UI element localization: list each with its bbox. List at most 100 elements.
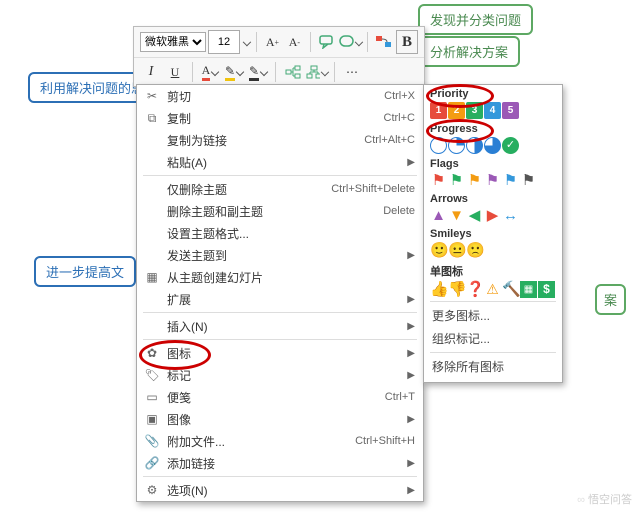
arrow-0-icon[interactable]: ▲ (430, 207, 447, 224)
chevron-right-icon: ▶ (407, 321, 415, 332)
flags-header: Flags (424, 155, 562, 171)
flag-5-icon[interactable]: ⚑ (520, 172, 537, 189)
chevron-right-icon: ▶ (407, 157, 415, 168)
calendar-icon[interactable]: ▦ (520, 281, 537, 298)
menu-label: 便笺 (161, 389, 385, 406)
arrow-3-icon[interactable]: ▶ (484, 207, 501, 224)
chevron-right-icon: ▶ (407, 250, 415, 261)
smileys-row: 🙂 😐 🙁 (424, 241, 562, 260)
chevron-right-icon: ▶ (407, 370, 415, 381)
flags-row: ⚑⚑⚑⚑⚑⚑ (424, 171, 562, 190)
arrows-header: Arrows (424, 190, 562, 206)
node-case[interactable]: 案 (595, 284, 626, 315)
menu-2[interactable]: 复制为链接Ctrl+Alt+C (137, 129, 423, 151)
priority-4-icon[interactable]: 4 (484, 102, 501, 119)
menu-icon: ⧉ (143, 111, 161, 126)
flag-2-icon[interactable]: ⚑ (466, 172, 483, 189)
more-button[interactable]: ⋯ (341, 61, 363, 83)
progress-75-icon[interactable] (484, 137, 501, 154)
arrows-row: ▲▼◀▶↔ (424, 206, 562, 225)
menu-14[interactable]: ✿图标▶ (137, 342, 423, 364)
hammer-icon[interactable]: 🔨 (502, 281, 519, 298)
menu-label: 从主题创建幻灯片 (161, 269, 415, 286)
italic-button[interactable]: I (140, 61, 162, 83)
watermark: ∞ 悟空问答 (577, 491, 632, 507)
menu-label: 添加链接 (161, 455, 407, 472)
chevron-down-icon[interactable] (243, 38, 251, 46)
font-increase-button[interactable]: A+ (262, 31, 282, 53)
organize-item[interactable]: 组织标记... (424, 327, 562, 350)
menu-9[interactable]: ▦从主题创建幻灯片 (137, 266, 423, 288)
menu-label: 图标 (161, 345, 407, 362)
neutral-icon[interactable]: 😐 (448, 242, 465, 259)
menu-label: 复制 (161, 110, 384, 127)
highlight-button[interactable]: ✎ (223, 61, 245, 83)
flag-4-icon[interactable]: ⚑ (502, 172, 519, 189)
priority-5-icon[interactable]: 5 (502, 102, 519, 119)
menu-5[interactable]: 仅删除主题Ctrl+Shift+Delete (137, 178, 423, 200)
shape-button[interactable] (339, 31, 361, 53)
menu-8[interactable]: 发送主题到▶ (137, 244, 423, 266)
menu-21[interactable]: ⚙选项(N)▶ (137, 479, 423, 501)
menu-label: 扩展 (161, 291, 407, 308)
line-color-button[interactable]: ✎ (247, 61, 269, 83)
arrow-1-icon[interactable]: ▼ (448, 207, 465, 224)
menu-label: 标记 (161, 367, 407, 384)
layout2-button[interactable] (306, 61, 328, 83)
progress-done-icon[interactable]: ✓ (502, 137, 519, 154)
layout1-button[interactable] (282, 61, 304, 83)
font-size-input[interactable] (208, 30, 240, 54)
thumbdown-icon[interactable]: 👎 (448, 281, 465, 298)
menu-19[interactable]: 🔗添加链接▶ (137, 452, 423, 474)
node-discover[interactable]: 发现并分类问题 (418, 4, 533, 35)
flag-0-icon[interactable]: ⚑ (430, 172, 447, 189)
menu-6[interactable]: 删除主题和副主题Delete (137, 200, 423, 222)
chevron-right-icon: ▶ (407, 348, 415, 359)
menu-icon: ▭ (143, 390, 161, 404)
menu-0[interactable]: ✂剪切Ctrl+X (137, 85, 423, 107)
arrow-4-icon[interactable]: ↔ (502, 207, 519, 224)
remove-all-item[interactable]: 移除所有图标 (424, 355, 562, 378)
menu-label: 设置主题格式... (161, 225, 415, 242)
menu-shortcut: Delete (383, 205, 415, 217)
font-select[interactable]: 微软雅黑 (140, 32, 206, 52)
menu-16[interactable]: ▭便笺Ctrl+T (137, 386, 423, 408)
menu-label: 粘贴(A) (161, 154, 407, 171)
menu-shortcut: Ctrl+Shift+H (355, 435, 415, 447)
smile-icon[interactable]: 🙂 (430, 242, 447, 259)
dollar-icon[interactable]: $ (538, 281, 555, 298)
underline-button[interactable]: U (164, 61, 186, 83)
menu-icon: 📎 (143, 434, 161, 448)
menu-label: 图像 (161, 411, 407, 428)
arrow-2-icon[interactable]: ◀ (466, 207, 483, 224)
font-decrease-button[interactable]: A- (284, 31, 304, 53)
menu-7[interactable]: 设置主题格式... (137, 222, 423, 244)
menu-17[interactable]: ▣图像▶ (137, 408, 423, 430)
menu-label: 复制为链接 (161, 132, 364, 149)
menu-label: 仅删除主题 (161, 181, 331, 198)
menu-18[interactable]: 📎附加文件...Ctrl+Shift+H (137, 430, 423, 452)
relation-button[interactable] (374, 31, 394, 53)
menu-3[interactable]: 粘贴(A)▶ (137, 151, 423, 173)
menu-15[interactable]: 🏷标记▶ (137, 364, 423, 386)
font-color-button[interactable]: A (199, 61, 221, 83)
menu-icon: ✂ (143, 89, 161, 103)
menu-10[interactable]: 扩展▶ (137, 288, 423, 310)
callout-button[interactable] (317, 31, 337, 53)
warning-icon[interactable]: ⚠ (484, 281, 501, 298)
more-icons-item[interactable]: 更多图标... (424, 304, 562, 327)
chevron-right-icon: ▶ (407, 485, 415, 496)
flag-1-icon[interactable]: ⚑ (448, 172, 465, 189)
single-row: 👍 👎 ❓ ⚠ 🔨 ▦ $ (424, 280, 562, 299)
node-analyze[interactable]: 分析解决方案 (418, 36, 520, 67)
node-improve[interactable]: 进一步提高文 (34, 256, 136, 287)
sad-icon[interactable]: 🙁 (466, 242, 483, 259)
menu-12[interactable]: 插入(N)▶ (137, 315, 423, 337)
menu-1[interactable]: ⧉复制Ctrl+C (137, 107, 423, 129)
floating-toolbar: 微软雅黑 A+ A- B I U A ✎ ✎ ⋯ (133, 26, 425, 87)
question-icon[interactable]: ❓ (466, 281, 483, 298)
flag-3-icon[interactable]: ⚑ (484, 172, 501, 189)
menu-shortcut: Ctrl+C (384, 112, 415, 124)
bold-button[interactable]: B (396, 30, 418, 54)
thumbup-icon[interactable]: 👍 (430, 281, 447, 298)
